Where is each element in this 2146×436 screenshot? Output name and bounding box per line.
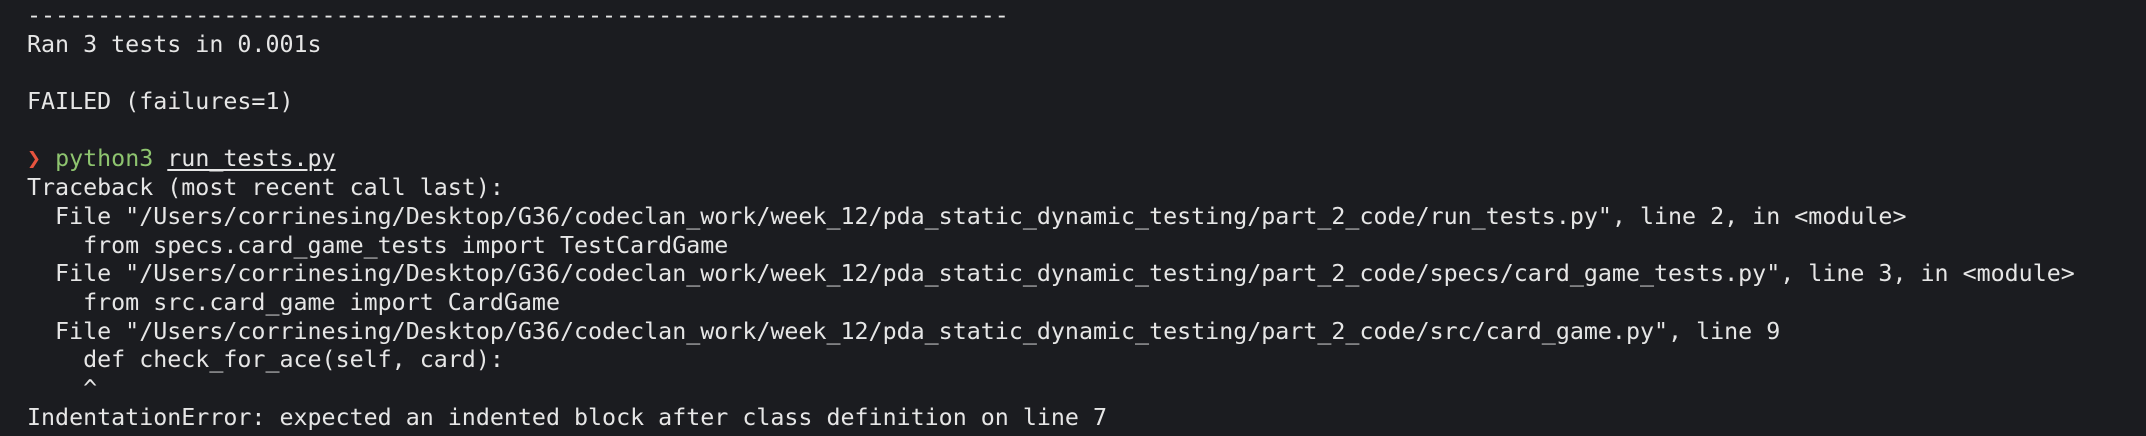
traceback-line: from specs.card_game_tests import TestCa… [27, 231, 729, 259]
traceback-line: File "/Users/corrinesing/Desktop/G36/cod… [27, 317, 1781, 345]
command-argument[interactable]: run_tests.py [167, 145, 335, 172]
error-message: IndentationError: expected an indented b… [27, 403, 1107, 431]
traceback-line: File "/Users/corrinesing/Desktop/G36/cod… [27, 202, 1907, 230]
traceback-header: Traceback (most recent call last): [27, 174, 504, 202]
traceback-line: def check_for_ace(self, card): [27, 346, 504, 374]
test-result-line: FAILED (failures=1) [27, 88, 294, 116]
prompt-line[interactable]: ❯ python3 run_tests.py [27, 145, 2146, 174]
traceback-line: from src.card_game import CardGame [27, 288, 560, 316]
test-summary-line: Ran 3 tests in 0.001s [27, 30, 322, 58]
command-name: python3 [55, 145, 154, 173]
terminal-window[interactable]: ----------------------------------------… [0, 0, 2146, 436]
prompt-chevron-icon: ❯ [27, 145, 42, 173]
traceback-line: File "/Users/corrinesing/Desktop/G36/cod… [27, 260, 2075, 288]
separator-line: ----------------------------------------… [27, 2, 1009, 29]
traceback-caret: ^ [27, 374, 98, 402]
